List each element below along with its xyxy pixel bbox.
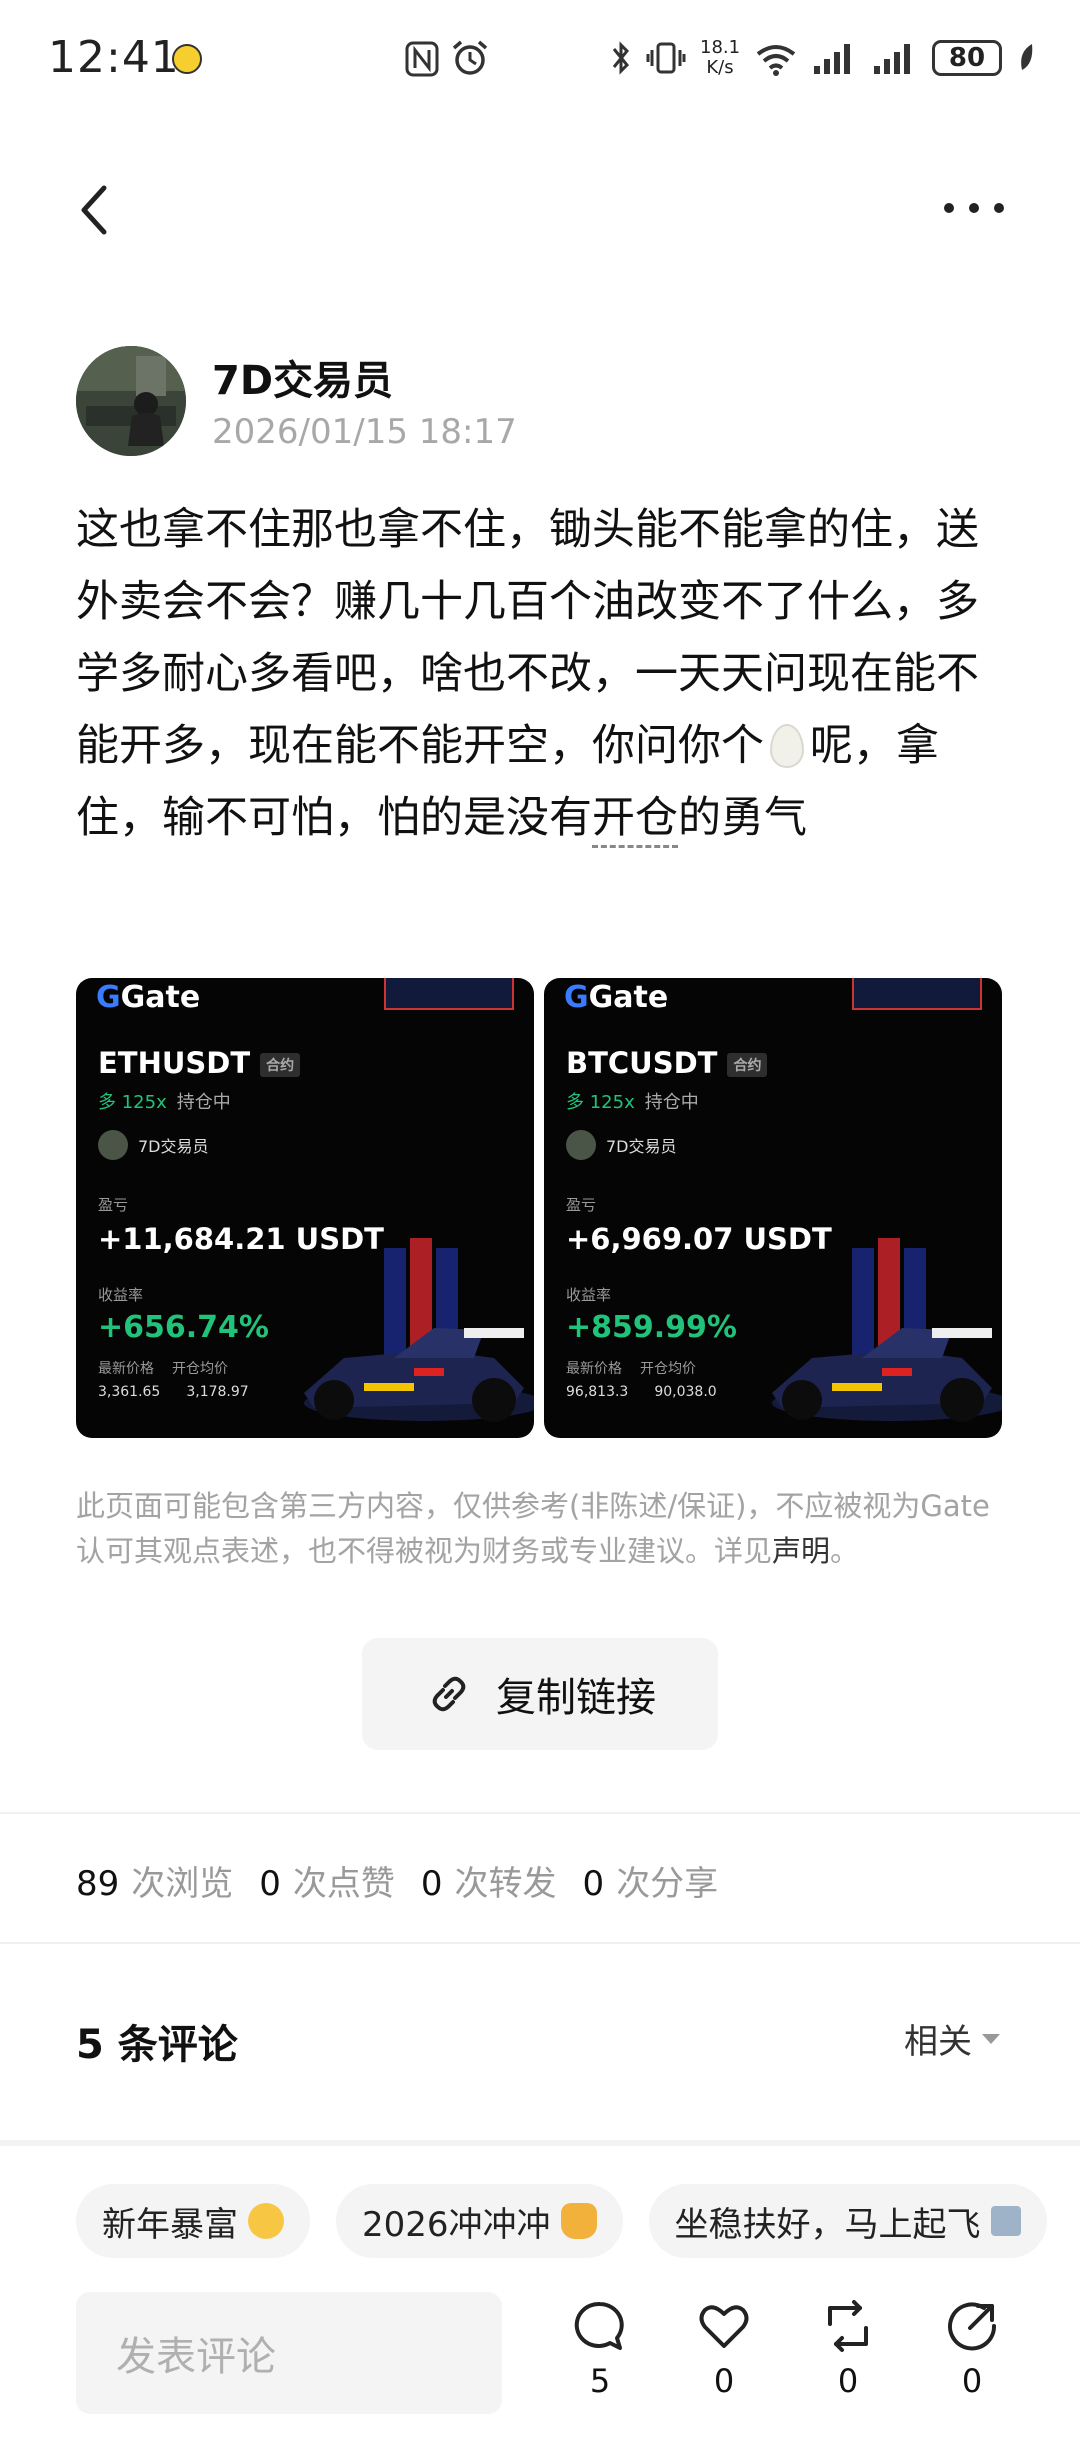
signal-2-icon <box>874 44 910 74</box>
bluetooth-icon <box>612 41 630 75</box>
comment-input[interactable]: 发表评论 <box>76 2292 502 2414</box>
trade-card-btc[interactable]: GGate BTCUSDT 合约 多 125x 持仓中 7D交易员 盈亏 +6,96… <box>544 978 1002 1438</box>
price-values: 3,361.65 3,178.97 <box>98 1384 249 1400</box>
tag-label: 2026冲冲冲 <box>362 2204 551 2245</box>
dot-icon <box>994 203 1004 213</box>
quick-reply-tags: 新年暴富 2026冲冲冲 坐稳扶好，马上起飞 <box>76 2184 1047 2258</box>
comment-bubble-icon <box>574 2301 624 2350</box>
dot-icon <box>969 203 979 213</box>
card-trader: 7D交易员 <box>566 1130 677 1160</box>
trading-pair: BTCUSDT 合约 <box>566 1046 768 1080</box>
divider <box>0 1942 1080 1944</box>
battery-indicator: 80 <box>932 40 1002 76</box>
likes-stat: 0 次点赞 <box>259 1864 395 1904</box>
money-face-emoji-icon <box>248 2203 284 2239</box>
contract-badge: 合约 <box>727 1053 768 1077</box>
views-stat: 89 次浏览 <box>76 1864 234 1904</box>
race-car-image <box>304 1238 534 1422</box>
avatar-image <box>76 346 186 456</box>
caret-down-icon <box>982 2033 1000 2044</box>
shares-stat: 0 次分享 <box>582 1864 719 1904</box>
price-values: 96,813.3 90,038.0 <box>566 1384 717 1400</box>
comments-title: 5 条评论 <box>76 2022 238 2068</box>
more-options-button[interactable] <box>944 196 1004 220</box>
comment-action[interactable]: 5 <box>560 2298 640 2400</box>
egg-emoji-icon <box>770 724 804 768</box>
quick-tag[interactable]: 新年暴富 <box>76 2184 310 2258</box>
pnl-label: 盈亏 <box>566 1196 597 1214</box>
gate-logo: GGate <box>96 980 201 1015</box>
repost-count: 0 <box>837 2362 859 2400</box>
heart-icon <box>699 2305 749 2348</box>
post-content: 这也拿不住那也拿不住，锄头能不能拿的住，送外卖会不会？赚几十几百个油改变不了什么… <box>76 494 1006 854</box>
copy-link-label: 复制链接 <box>496 1675 656 1721</box>
repost-icon <box>828 2300 868 2352</box>
sponsor-badge <box>852 978 982 1010</box>
tag-label: 新年暴富 <box>102 2204 238 2245</box>
post-stats: 89 次浏览 0 次点赞 0 次转发 0 次分享 <box>76 1856 718 1905</box>
sort-label: 相关 <box>904 2022 972 2062</box>
network-speed: 18.1 K/s <box>700 37 741 78</box>
comment-sort-dropdown[interactable]: 相关 <box>904 2014 1000 2063</box>
share-count: 0 <box>961 2362 983 2400</box>
repost-action[interactable]: 0 <box>808 2298 888 2400</box>
quick-tag[interactable]: 坐稳扶好，马上起飞 <box>648 2184 1047 2258</box>
roi-label: 收益率 <box>566 1286 612 1304</box>
contract-badge: 合约 <box>260 1053 301 1077</box>
status-bar: 12:41 18.1 K/s 80 <box>0 0 1080 120</box>
leaf-icon <box>1021 44 1033 70</box>
notification-emoji-icon <box>172 44 202 74</box>
clock: 12:41 <box>48 32 180 83</box>
share-action[interactable]: 0 <box>932 2298 1012 2400</box>
sponsor-badge <box>384 978 514 1010</box>
price-labels: 最新价格 开仓均价 <box>98 1361 228 1377</box>
dot-icon <box>944 203 954 213</box>
copy-link-button[interactable]: 复制链接 <box>362 1638 718 1750</box>
trader-avatar <box>566 1130 596 1160</box>
statement-link[interactable]: 声明 <box>772 1534 830 1568</box>
link-icon <box>432 1676 466 1712</box>
tag-label: 坐稳扶好，马上起飞 <box>674 2204 981 2245</box>
airplane-emoji-icon <box>990 2206 1021 2236</box>
leverage-status: 多 125x 持仓中 <box>566 1092 699 1113</box>
trader-avatar <box>98 1130 128 1160</box>
trading-pair: ETHUSDT 合约 <box>98 1046 301 1080</box>
race-car-image <box>772 1238 1002 1422</box>
share-icon <box>948 2302 997 2351</box>
signal-1-icon <box>814 44 850 74</box>
status-icons: 18.1 K/s 80 <box>610 34 1036 82</box>
reposts-stat: 0 次转发 <box>420 1864 557 1904</box>
roi-value: +656.74% <box>98 1310 269 1345</box>
trade-card-eth[interactable]: GGate ETHUSDT 合约 多 125x 持仓中 7D交易员 盈亏 +11,6… <box>76 978 534 1438</box>
back-button[interactable] <box>70 180 120 240</box>
price-labels: 最新价格 开仓均价 <box>566 1361 696 1377</box>
card-trader: 7D交易员 <box>98 1130 209 1160</box>
comment-count: 5 <box>589 2362 611 2400</box>
alarm-icon <box>452 40 488 75</box>
post-text-part: 的勇气 <box>678 793 807 843</box>
nfc-icon <box>405 41 439 77</box>
disclaimer-end: 。 <box>830 1534 860 1568</box>
disclaimer: 此页面可能包含第三方内容，仅供参考(非陈述/保证)，不应被视为Gate认可其观点… <box>76 1484 1006 1574</box>
gate-logo: GGate <box>564 980 669 1015</box>
vibrate-icon <box>646 42 686 74</box>
open-position-link[interactable]: 开仓 <box>592 793 678 848</box>
quick-tag[interactable]: 2026冲冲冲 <box>336 2184 623 2258</box>
pnl-label: 盈亏 <box>98 1196 129 1214</box>
post-timestamp: 2026/01/15 18:17 <box>212 412 517 452</box>
author-avatar[interactable] <box>76 346 186 456</box>
divider <box>0 1812 1080 1814</box>
wifi-icon <box>756 45 796 76</box>
fist-bump-emoji-icon <box>560 2203 597 2239</box>
roi-label: 收益率 <box>98 1286 144 1304</box>
roi-value: +859.99% <box>566 1310 737 1345</box>
author-name[interactable]: 7D交易员 <box>212 348 393 406</box>
like-count: 0 <box>713 2362 735 2400</box>
section-separator <box>0 2140 1080 2146</box>
leverage-status: 多 125x 持仓中 <box>98 1092 231 1113</box>
like-action[interactable]: 0 <box>684 2298 764 2400</box>
